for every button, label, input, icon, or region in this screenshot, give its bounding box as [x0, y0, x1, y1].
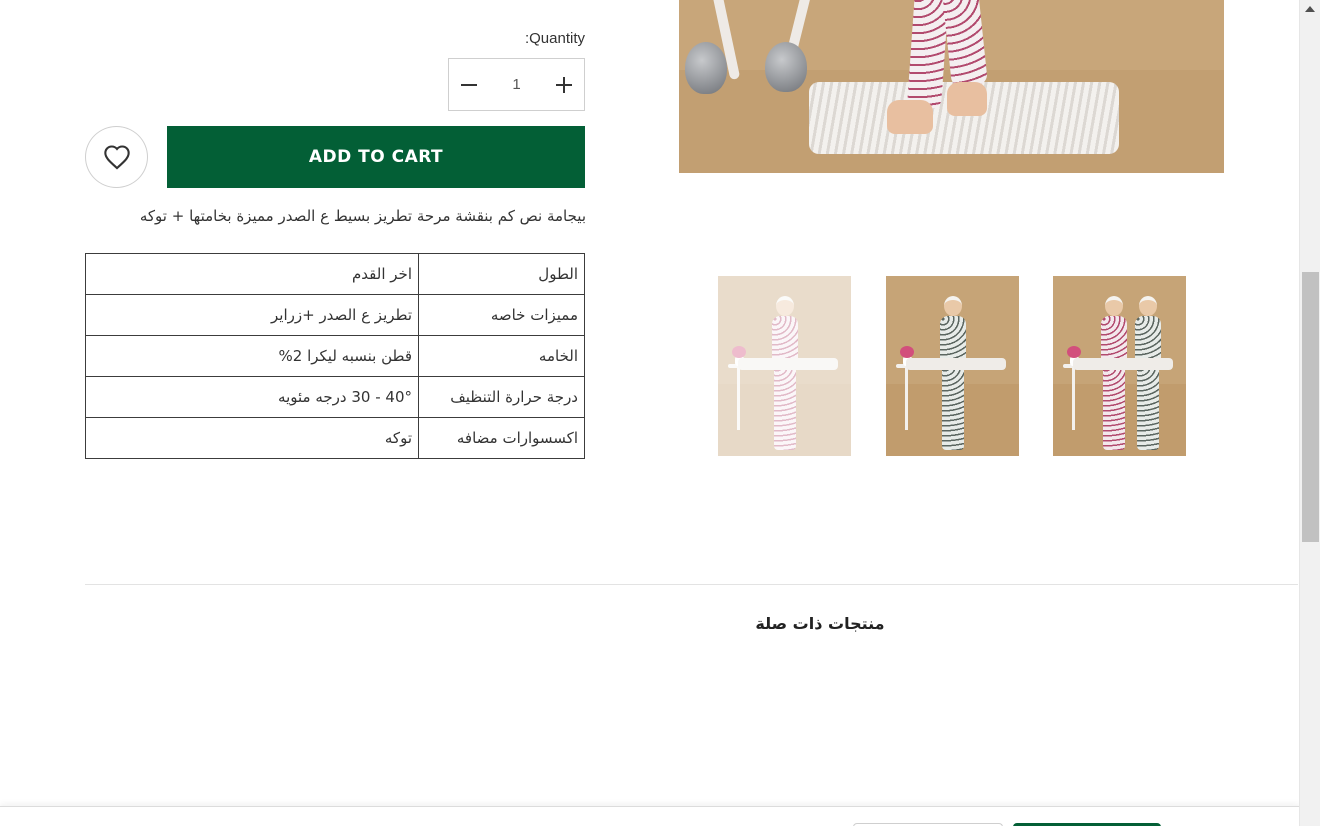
table-row: درجة حرارة التنظيف 40° - 30 درجه مئويه: [85, 376, 585, 418]
quantity-label: :Quantity: [524, 30, 585, 47]
quantity-stepper: [448, 58, 585, 111]
plus-icon[interactable]: [544, 59, 584, 110]
sticky-cart-bar: [0, 806, 1300, 826]
vase: [685, 42, 727, 94]
quantity-input[interactable]: [489, 59, 544, 110]
scrollbar-thumb[interactable]: [1302, 272, 1319, 542]
section-divider: [85, 584, 1298, 585]
spec-value: 40° - 30 درجه مئويه: [85, 376, 419, 418]
thumbnail-pajama-single-gray[interactable]: [886, 276, 1019, 456]
vase: [765, 42, 807, 92]
minus-icon[interactable]: [449, 59, 489, 110]
thumbnail-pajama-duo[interactable]: [1053, 276, 1186, 456]
spec-value: قطن بنسبه ليكرا 2%: [85, 335, 419, 377]
main-product-image[interactable]: [679, 0, 1224, 173]
spec-value: توكه: [85, 417, 419, 459]
table-row: اكسسوارات مضافه توكه: [85, 417, 585, 459]
foot: [887, 100, 933, 134]
spec-key: الطول: [418, 253, 585, 295]
spec-table: الطول اخر القدم مميزات خاصه تطريز ع الصد…: [85, 253, 585, 459]
related-products-title: منتجات ذات صلة: [755, 614, 885, 633]
wishlist-button[interactable]: [85, 126, 148, 188]
spec-value: اخر القدم: [85, 253, 419, 295]
heart-icon: [103, 145, 130, 170]
foot: [947, 82, 987, 116]
spec-key: الخامه: [418, 335, 585, 377]
spec-value: تطريز ع الصدر +زراير: [85, 294, 419, 336]
spec-key: درجة حرارة التنظيف: [418, 376, 585, 418]
thumbnail-pajama-single-pink[interactable]: [718, 276, 851, 456]
spec-key: مميزات خاصه: [418, 294, 585, 336]
model-figure: [938, 296, 968, 456]
model-figure: [1133, 296, 1163, 456]
spec-key: اكسسوارات مضافه: [418, 417, 585, 459]
scrollbar[interactable]: [1299, 0, 1320, 826]
table-row: الطول اخر القدم: [85, 253, 585, 295]
product-description: بيجامة نص كم بنقشة مرحة تطريز بسيط ع الص…: [139, 207, 586, 225]
scroll-up-arrow-icon[interactable]: [1305, 6, 1315, 12]
table-row: مميزات خاصه تطريز ع الصدر +زراير: [85, 294, 585, 336]
model-figure: [1099, 296, 1129, 456]
add-to-cart-button[interactable]: ADD TO CART: [167, 126, 585, 188]
table-row: الخامه قطن بنسبه ليكرا 2%: [85, 335, 585, 377]
model-figure: [770, 296, 800, 456]
